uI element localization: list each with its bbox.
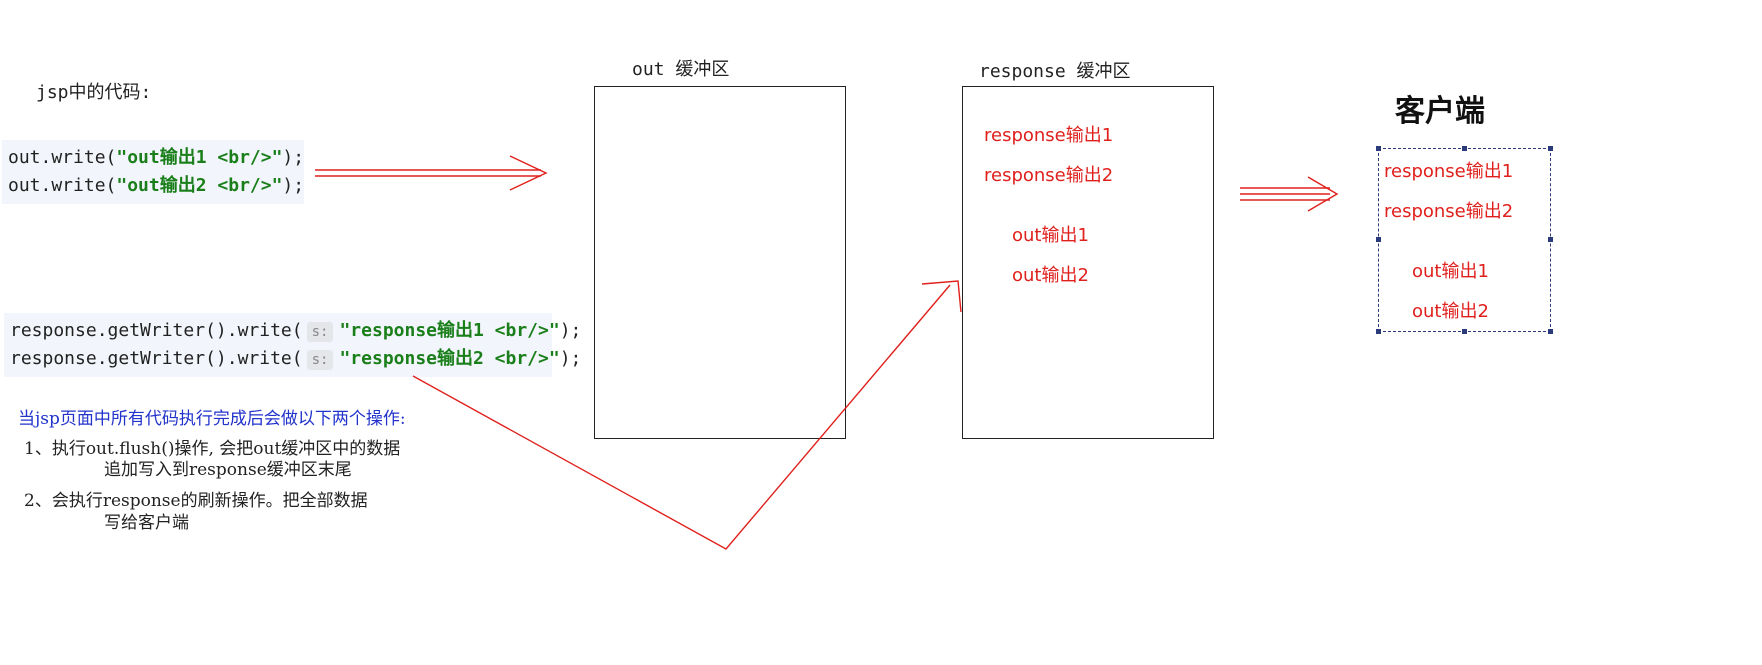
arrow-code-to-out-buffer xyxy=(315,155,548,191)
arrow-head-into-response-buffer xyxy=(921,280,962,313)
connector-lines xyxy=(315,155,1339,550)
arrow-response-buffer-to-client xyxy=(1240,176,1339,212)
arrow-response-code-to-response-buffer xyxy=(412,284,951,550)
